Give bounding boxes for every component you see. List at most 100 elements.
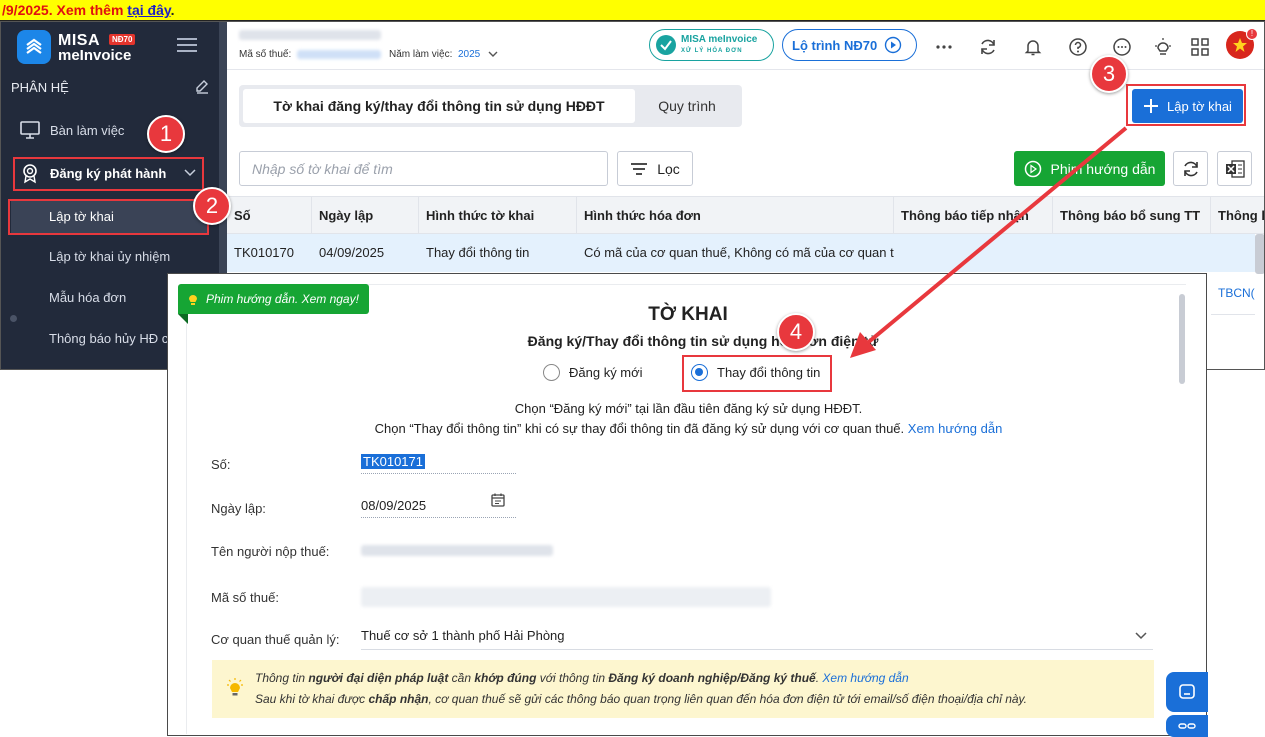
- notification-badge: !: [1246, 28, 1258, 40]
- year-label: Năm làm việc:: [389, 49, 453, 60]
- edit-pencil-icon[interactable]: [194, 78, 210, 94]
- table-scrollbar[interactable]: [1255, 234, 1264, 274]
- section-label: PHÂN HỆ: [11, 80, 69, 95]
- refresh-icon: [1183, 161, 1198, 176]
- callout-3: 3: [1090, 55, 1128, 93]
- misa-logo-icon: [17, 30, 51, 64]
- banner-link[interactable]: tại đây: [127, 2, 170, 18]
- lightbulb-idea-icon[interactable]: [1153, 37, 1173, 57]
- filter-label: Lọc: [657, 160, 680, 177]
- secondary-fab-button[interactable]: [1166, 715, 1208, 737]
- sidebar-subitem-mau-hoa-don[interactable]: Mẫu hóa đơn: [49, 290, 126, 305]
- page-tabs: Tờ khai đăng ký/thay đổi thông tin sử dụ…: [239, 85, 742, 127]
- highlight-dang-ky-phat-hanh: [13, 157, 204, 191]
- taxpayer-name-blurred: [361, 545, 553, 556]
- col-so[interactable]: Số: [227, 197, 312, 235]
- info-guide-link[interactable]: Xem hướng dẫn: [822, 671, 908, 685]
- announcement-banner: /9/2025. Xem thêm tại đây.: [0, 0, 1265, 21]
- table-header: Số Ngày lập Hình thức tờ khai Hình thức …: [227, 196, 1264, 235]
- cell-so: TK010170: [234, 245, 294, 260]
- label-co-quan-thue: Cơ quan thuế quản lý:: [211, 632, 340, 647]
- callout-1: 1: [147, 115, 185, 153]
- chat-icon[interactable]: [1112, 37, 1132, 57]
- highlight-lap-to-khai: [8, 199, 209, 235]
- col-ngay-lap[interactable]: Ngày lập: [312, 197, 419, 235]
- tax-code-label: Mã số thuế:: [239, 49, 292, 60]
- info-line-2: Sau khi tờ khai được chấp nhận, cơ quan …: [255, 692, 1027, 706]
- filter-lines-icon: [631, 162, 648, 175]
- sidebar-subitem-thong-bao-huy[interactable]: Thông báo hủy HĐ c: [49, 331, 168, 346]
- chat-fab-button[interactable]: [1166, 672, 1208, 712]
- pill-misa-title: MISA meInvoice: [681, 33, 758, 45]
- help-icon[interactable]: [1068, 37, 1088, 57]
- sidebar-item-label: Bàn làm việc: [50, 122, 125, 138]
- radio-circle-off[interactable]: [543, 364, 560, 381]
- refresh-button[interactable]: [1173, 151, 1208, 186]
- declaration-dialog: Phim hướng dẫn. Xem ngay! TỜ KHAI Đăng k…: [167, 273, 1208, 737]
- label-ngay-lap: Ngày lập:: [211, 501, 266, 516]
- play-circle-icon: [1024, 160, 1041, 177]
- field-so[interactable]: TK010171: [361, 454, 516, 474]
- lightbulb-icon: [227, 678, 243, 696]
- callout-2: 2: [193, 187, 231, 225]
- star-icon: [1233, 38, 1247, 52]
- chevron-down-icon[interactable]: [488, 50, 498, 58]
- roadmap-nd70-pill[interactable]: Lộ trình NĐ70: [782, 29, 917, 61]
- radio-new-label: Đăng ký mới: [569, 365, 643, 380]
- note-line-1: Chọn “Đăng ký mới” tại lần đầu tiên đăng…: [514, 401, 863, 416]
- highlight-thay-doi-thong-tin: [682, 355, 832, 392]
- col-hinh-thuc-to-khai[interactable]: Hình thức tờ khai: [419, 197, 577, 235]
- roadmap-label: Lộ trình NĐ70: [792, 37, 878, 53]
- apps-grid-icon[interactable]: [1190, 37, 1210, 57]
- brand-product: meInvoice: [58, 47, 132, 64]
- tab-quy-trinh[interactable]: Quy trình: [635, 89, 739, 123]
- col-thong-bao[interactable]: Thông b: [1211, 197, 1264, 235]
- filter-button[interactable]: Lọc: [617, 151, 693, 186]
- callout-4: 4: [777, 313, 815, 351]
- tab-to-khai[interactable]: Tờ khai đăng ký/thay đổi thông tin sử dụ…: [243, 89, 635, 123]
- banner-text: /9/2025. Xem thêm: [2, 2, 128, 18]
- video-guide-label: Phim hướng dẫn: [1050, 160, 1156, 177]
- cell-hinh-thuc-hoa-don: Có mã của cơ quan thuế, Không có mã của …: [584, 245, 894, 260]
- sync-icon[interactable]: [978, 37, 998, 57]
- label-ma-so-thue: Mã số thuế:: [211, 590, 279, 605]
- hamburger-menu-icon[interactable]: [177, 38, 197, 52]
- play-circle-icon: [885, 36, 902, 54]
- cell-ngay-lap: 04/09/2025: [319, 245, 385, 260]
- chat-bubble-icon: [1179, 684, 1195, 699]
- col-hinh-thuc-hoa-don[interactable]: Hình thức hóa đơn: [577, 197, 894, 235]
- col-thong-bao-tiep-nhan[interactable]: Thông báo tiếp nhận: [894, 197, 1053, 235]
- pill-misa-sub: XỬ LÝ HÓA ĐƠN: [681, 47, 743, 54]
- video-guide-button[interactable]: Phim hướng dẫn: [1014, 151, 1165, 186]
- table-row[interactable]: TK010170 04/09/2025 Thay đổi thông tin C…: [227, 234, 1255, 272]
- col-thong-bao-bo-sung[interactable]: Thông báo bổ sung TT: [1053, 197, 1211, 235]
- bell-icon[interactable]: [1023, 37, 1043, 57]
- misa-meinvoice-pill[interactable]: MISA meInvoice XỬ LÝ HÓA ĐƠN: [649, 29, 774, 61]
- info-line-1: Thông tin người đại diện pháp luật cần k…: [255, 671, 909, 685]
- info-notice: Thông tin người đại diện pháp luật cần k…: [212, 660, 1154, 718]
- sidebar-item-ban-lam-viec[interactable]: Bàn làm việc: [1, 112, 219, 148]
- excel-icon: [1225, 159, 1245, 178]
- label-ten-nguoi-nop-thue: Tên người nộp thuế:: [211, 544, 330, 559]
- tree-dot-icon: [10, 315, 17, 322]
- label-so: Số:: [211, 457, 231, 472]
- calendar-icon[interactable]: [491, 493, 505, 507]
- nd70-badge: NĐ70: [109, 34, 136, 45]
- cell-partial-tbcn[interactable]: TBCN(: [1218, 286, 1255, 300]
- chevron-down-icon: [1135, 632, 1147, 640]
- sidebar-subitem-lap-to-khai-uy-nhiem[interactable]: Lập tờ khai ủy nhiệm: [49, 249, 170, 264]
- tax-office-select[interactable]: Thuế cơ sở 1 thành phố Hải Phòng: [361, 628, 1153, 650]
- dialog-title: TỜ KHAI: [648, 304, 728, 325]
- link-icon: [1178, 723, 1196, 729]
- more-horizontal-icon[interactable]: [934, 37, 954, 57]
- export-excel-button[interactable]: [1217, 151, 1252, 186]
- tax-office-value: Thuế cơ sở 1 thành phố Hải Phòng: [361, 628, 565, 643]
- company-name-blurred: [239, 30, 381, 40]
- dialog-subtitle: Đăng ký/Thay đổi thông tin sử dụng hóa đ…: [527, 333, 879, 349]
- year-value[interactable]: 2025: [458, 49, 480, 60]
- note-guide-link[interactable]: Xem hướng dẫn: [908, 421, 1003, 436]
- radio-dang-ky-moi[interactable]: Đăng ký mới: [543, 364, 643, 381]
- search-input[interactable]: [239, 151, 608, 186]
- cell-hinh-thuc-to-khai: Thay đổi thông tin: [426, 245, 530, 260]
- invoice-logo-icon: [656, 35, 676, 55]
